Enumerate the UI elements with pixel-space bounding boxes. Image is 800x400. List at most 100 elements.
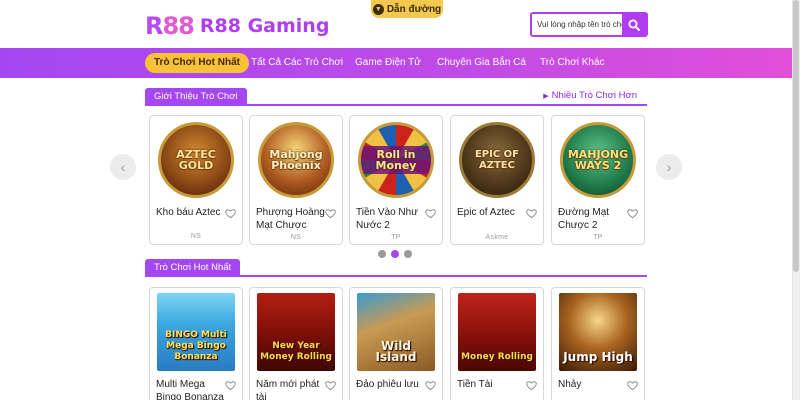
scrollbar-thumb[interactable] xyxy=(793,0,799,272)
game-card-jump-high[interactable]: Jump High Nhảy xyxy=(551,287,645,400)
main-nav: Trò Chơi Hot Nhất Tất Cả Các Trò Chơi Ga… xyxy=(0,48,792,78)
heart-icon[interactable] xyxy=(627,380,638,391)
game-name: Kho báu Aztec xyxy=(156,207,221,218)
game-thumbnail: MAHJONG WAYS 2 xyxy=(552,116,644,204)
heart-icon[interactable] xyxy=(425,380,436,391)
carousel-pagination xyxy=(378,250,412,258)
thumbnail-title: AZTEC GOLD xyxy=(176,148,216,172)
hot-section-title: Trò Chơi Hot Nhất xyxy=(145,259,241,277)
intro-section-header: Giới Thiệu Trò Chơi ▶ Nhiều Trò Chơi Hơn xyxy=(145,88,647,106)
heart-icon[interactable] xyxy=(325,208,336,219)
game-name: Epic of Aztec xyxy=(457,207,515,218)
thumbnail-art: MAHJONG WAYS 2 xyxy=(560,122,636,198)
chevron-down-icon: ▼ xyxy=(372,3,384,15)
game-name: Đường Mạt Chược 2 xyxy=(558,207,610,231)
nav-item-electronic-games[interactable]: Game Điện Tử xyxy=(355,53,421,73)
thumbnail-art: Jump High xyxy=(559,293,637,371)
nav-item-hot-games[interactable]: Trò Chơi Hot Nhất xyxy=(145,53,249,73)
game-thumbnail: New Year Money Rolling xyxy=(250,288,342,376)
game-provider: NS xyxy=(190,233,202,240)
search-icon xyxy=(628,19,640,31)
game-thumbnail: AZTEC GOLD xyxy=(150,116,242,204)
game-card-new-year-money-rolling[interactable]: New Year Money Rolling Năm mới phát tài xyxy=(249,287,343,400)
game-name: Đảo phiêu lưu xyxy=(356,379,419,390)
carousel-prev-button[interactable]: ‹ xyxy=(110,154,136,180)
game-thumbnail: EPIC OF AZTEC xyxy=(451,116,543,204)
nav-item-fishing[interactable]: Chuyên Gia Bắn Cá xyxy=(437,53,526,73)
carousel-dot[interactable] xyxy=(378,250,386,258)
game-name: Multi Mega Bingo Bonanza xyxy=(156,379,224,400)
search-input[interactable] xyxy=(532,14,622,35)
thumbnail-title: Wild Island xyxy=(375,339,417,364)
thumbnail-title: Money Rolling xyxy=(461,352,533,362)
search-box xyxy=(530,12,648,37)
game-card-wild-island[interactable]: Wild Island Đảo phiêu lưu xyxy=(349,287,443,400)
game-provider: TP xyxy=(593,234,603,241)
game-name: Năm mới phát tài xyxy=(256,379,320,400)
header: R88 R88 Gaming ▼ Dẫn đường xyxy=(0,0,792,48)
intro-section-title: Giới Thiệu Trò Chơi xyxy=(145,88,247,106)
logo[interactable]: R88 R88 Gaming xyxy=(145,12,329,40)
thumbnail-title: EPIC OF AZTEC xyxy=(474,149,520,171)
heart-icon[interactable] xyxy=(425,208,436,219)
game-provider: Askme xyxy=(485,234,509,241)
game-card-aztec-gold[interactable]: AZTEC GOLD Kho báu Aztec NS xyxy=(149,115,243,245)
search-button[interactable] xyxy=(622,14,646,35)
page: R88 R88 Gaming ▼ Dẫn đường Trò Chơi Hot … xyxy=(0,0,800,400)
triangle-right-icon: ▶ xyxy=(543,93,549,100)
logo-text: R88 Gaming xyxy=(199,15,330,37)
nav-item-other-games[interactable]: Trò Chơi Khác xyxy=(540,53,605,73)
thumbnail-title: Mahjong Phoenix xyxy=(269,148,323,172)
hot-section-header: Trò Chơi Hot Nhất xyxy=(145,259,647,277)
thumbnail-title: New Year Money Rolling xyxy=(260,341,332,362)
game-thumbnail: Mahjong Phoenix xyxy=(250,116,342,204)
game-card-multi-mega-bingo[interactable]: BINGO Multi Mega Bingo Bonanza Multi Meg… xyxy=(149,287,243,400)
game-card-epic-of-aztec[interactable]: EPIC OF AZTEC Epic of Aztec Askme xyxy=(450,115,544,245)
game-card-mahjong-ways-2[interactable]: MAHJONG WAYS 2 Đường Mạt Chược 2 TP xyxy=(551,115,645,245)
game-provider: NS xyxy=(290,234,302,241)
heart-icon[interactable] xyxy=(526,208,537,219)
game-name: Tiền Tài xyxy=(457,379,493,390)
game-thumbnail: BINGO Multi Mega Bingo Bonanza xyxy=(150,288,242,376)
game-provider: TP xyxy=(391,234,401,241)
game-name: Nhảy xyxy=(558,379,582,390)
scrollbar-track[interactable] xyxy=(792,0,800,400)
game-thumbnail: Roll in Money xyxy=(350,116,442,204)
thumbnail-title: BINGO Multi Mega Bingo Bonanza xyxy=(165,330,227,362)
game-card-roll-in-money[interactable]: Roll in Money Tiền Vào Như Nước 2 TP xyxy=(349,115,443,245)
thumbnail-art: Wild Island xyxy=(357,293,435,371)
game-thumbnail: Money Rolling xyxy=(451,288,543,376)
game-card-money-rolling[interactable]: Money Rolling Tiền Tài xyxy=(450,287,544,400)
thumbnail-art: Money Rolling xyxy=(458,293,536,371)
thumbnail-art: EPIC OF AZTEC xyxy=(459,122,535,198)
thumbnail-art: New Year Money Rolling xyxy=(257,293,335,371)
guide-button[interactable]: ▼ Dẫn đường xyxy=(371,0,443,18)
game-name: Phượng Hoàng Mạt Chược xyxy=(256,207,325,231)
thumbnail-art: BINGO Multi Mega Bingo Bonanza xyxy=(157,293,235,371)
logo-mark: R88 xyxy=(145,12,195,40)
nav-item-all-games[interactable]: Tất Cả Các Trò Chơi xyxy=(251,53,343,73)
heart-icon[interactable] xyxy=(225,380,236,391)
thumbnail-title: Roll in Money xyxy=(361,146,431,174)
chevron-left-icon: ‹ xyxy=(120,159,126,175)
game-thumbnail: Jump High xyxy=(552,288,644,376)
carousel-dot[interactable] xyxy=(404,250,412,258)
heart-icon[interactable] xyxy=(325,380,336,391)
thumbnail-art: Roll in Money xyxy=(358,122,434,198)
guide-label: Dẫn đường xyxy=(386,3,442,15)
game-card-mahjong-phoenix[interactable]: Mahjong Phoenix Phượng Hoàng Mạt Chược N… xyxy=(249,115,343,245)
thumbnail-title: Jump High xyxy=(563,350,633,364)
carousel-dot-active[interactable] xyxy=(391,250,399,258)
heart-icon[interactable] xyxy=(225,208,236,219)
thumbnail-art: Mahjong Phoenix xyxy=(258,122,334,198)
game-name: Tiền Vào Như Nước 2 xyxy=(356,207,418,231)
heart-icon[interactable] xyxy=(526,380,537,391)
chevron-right-icon: › xyxy=(666,159,672,175)
heart-icon[interactable] xyxy=(627,208,638,219)
more-games-link[interactable]: ▶ Nhiều Trò Chơi Hơn xyxy=(543,90,637,101)
thumbnail-art: AZTEC GOLD xyxy=(158,122,234,198)
game-thumbnail: Wild Island xyxy=(350,288,442,376)
carousel-next-button[interactable]: › xyxy=(656,154,682,180)
thumbnail-title: MAHJONG WAYS 2 xyxy=(567,148,629,172)
more-games-label: Nhiều Trò Chơi Hơn xyxy=(551,90,637,101)
